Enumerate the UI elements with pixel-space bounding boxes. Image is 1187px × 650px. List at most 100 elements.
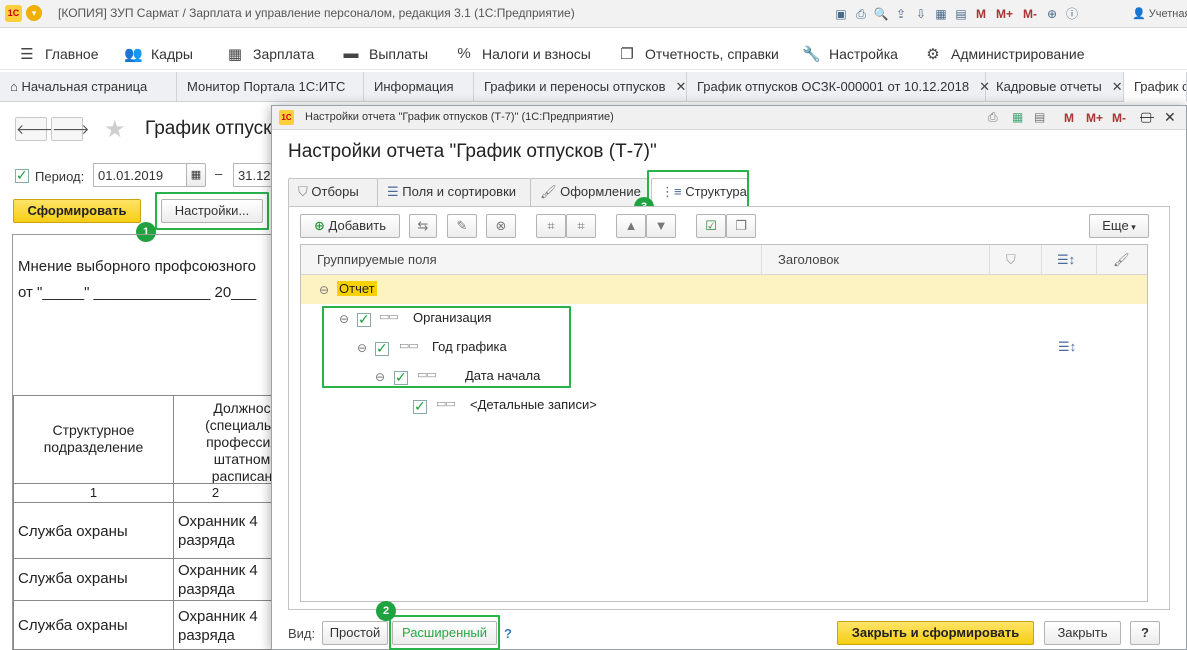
dialog-heading: Настройки отчета "График отпусков (Т-7)" [288, 141, 657, 162]
close-button[interactable]: Закрыть [1044, 621, 1121, 645]
delete-circle-icon: ⊗ [495, 218, 507, 233]
tab-filters[interactable]: ⛉ Отборы [288, 178, 378, 206]
collapse-icon[interactable]: ⊖ [319, 283, 329, 297]
tab-home[interactable]: ⌂ Начальная страница [0, 72, 177, 102]
more-button[interactable]: Еще ▾ [1089, 214, 1149, 238]
menu-item-main[interactable]: ☰ Главное [18, 45, 98, 63]
group-down-button[interactable]: ⌗ [566, 214, 596, 238]
doc-union-opinion: Мнение выборного профсоюзного [18, 258, 256, 275]
tab-info[interactable]: Информация [364, 72, 474, 102]
zoom-icon[interactable]: ⊕ [1043, 5, 1061, 23]
user-name[interactable]: 👤 Учетная [1132, 7, 1187, 20]
doc-date-line: от "_____" ______________ 20___ [18, 284, 257, 301]
tab-label: Графики и переносы отпусков [484, 79, 666, 94]
arrow-left-icon: 🡐 [16, 121, 54, 137]
tab-appearance[interactable]: 🖌 Оформление [530, 178, 648, 206]
row-label: Отчет [337, 281, 377, 296]
filter-icon[interactable]: ⛉ [1006, 252, 1016, 268]
close-icon[interactable]: ✕ [1112, 79, 1123, 94]
menu-item-reports[interactable]: ❐ Отчетность, справки [618, 45, 779, 63]
memory-mminus-button[interactable]: M- [1112, 111, 1126, 125]
close-and-generate-button[interactable]: Закрыть и сформировать [837, 621, 1034, 645]
help-link[interactable]: ? [504, 626, 512, 641]
app-title: [КОПИЯ] ЗУП Сармат / Зарплата и управлен… [58, 6, 575, 20]
move-up-button[interactable]: ▲ [616, 214, 646, 238]
generate-button[interactable]: Сформировать [13, 199, 141, 223]
delete-button[interactable]: ⊗ [486, 214, 516, 238]
period-from-input[interactable]: 01.01.2019 [93, 163, 187, 187]
period-to-input[interactable]: 31.12 [233, 163, 273, 187]
tab-hr-reports[interactable]: Кадровые отчеты ✕ [986, 72, 1124, 102]
check-all-button[interactable]: ☑ [696, 214, 726, 238]
check-all-icon: ☑ [705, 218, 717, 233]
brush-icon[interactable]: 🖌 [1113, 252, 1130, 268]
row-checkbox[interactable] [413, 398, 427, 415]
tab-fields-sorting[interactable]: ☰ Поля и сортировки [377, 178, 531, 206]
brush-icon: 🖌 [540, 184, 561, 199]
sort-icon[interactable]: ☰↕ [1057, 252, 1075, 268]
memory-m-button[interactable]: M [1064, 111, 1074, 125]
menu-item-settings[interactable]: 🔧 Настройка [802, 45, 898, 63]
calendar-icon[interactable]: ▤ [1034, 110, 1045, 124]
favorite-star-icon[interactable]: ★ [104, 115, 126, 144]
memory-mplus-button[interactable]: M+ [1086, 111, 1103, 125]
download-icon[interactable]: ⇩ [912, 5, 930, 23]
structure-row-detail-records[interactable]: ▭▭ <Детальные записи> [301, 391, 1147, 420]
calendar-icon[interactable]: ▤ [952, 5, 970, 23]
forward-button[interactable]: 🡒 [51, 117, 90, 141]
menu-item-admin[interactable]: ⚙ Администрирование [924, 45, 1084, 63]
calculator-icon[interactable]: ▦ [1012, 110, 1023, 124]
table-header-department: Структурное подразделение [13, 395, 174, 484]
sort-icon[interactable]: ☰↕ [1058, 339, 1076, 355]
save-icon[interactable]: ▣ [832, 5, 850, 23]
tab-vacation-schedules[interactable]: Графики и переносы отпусков ✕ [474, 72, 687, 102]
table-cell-position: Охранник 4 разряда [178, 562, 258, 598]
upload-icon[interactable]: ⇪ [892, 5, 910, 23]
close-icon[interactable]: ✕ [1164, 109, 1176, 126]
main-menu-dropdown-icon[interactable]: ▾ [26, 5, 42, 21]
calendar-picker-button[interactable]: ▦ [186, 163, 206, 187]
print-icon[interactable]: ⎙ [988, 110, 998, 125]
add-button[interactable]: ⊕ Добавить [300, 214, 400, 238]
info-icon[interactable]: ⓘ [1063, 5, 1081, 23]
checkbox-checked-icon [413, 398, 427, 415]
calculator-icon[interactable]: ▦ [932, 5, 950, 23]
group-up-button[interactable]: ⌗ [536, 214, 566, 238]
tab-vacation-report[interactable]: График о [1124, 72, 1187, 102]
structure-row-report[interactable]: ⊖ Отчет [301, 275, 1147, 304]
sort-icon: ☰ [387, 184, 403, 199]
memory-mplus-button[interactable]: M+ [996, 7, 1013, 21]
help-button[interactable]: ? [1130, 621, 1160, 645]
close-icon[interactable]: ✕ [676, 79, 687, 94]
percent-icon: % [457, 45, 471, 62]
period-checkbox[interactable] [15, 167, 29, 184]
move-down-button[interactable]: ▼ [646, 214, 676, 238]
menu-item-label: Настройка [829, 46, 898, 62]
edit-button[interactable]: ✎ [447, 214, 477, 238]
menu-item-label: Выплаты [369, 45, 429, 62]
print-icon[interactable]: ⎙ [852, 5, 870, 23]
view-simple-button[interactable]: Простой [322, 621, 388, 645]
move-to-group-button[interactable]: ⇆ [409, 214, 437, 238]
maximize-icon[interactable]: ▢ [1140, 109, 1152, 125]
documents-icon: ❐ [620, 46, 634, 63]
user-icon: 👤 [1132, 8, 1149, 20]
tab-label: График о [1134, 79, 1187, 94]
back-button[interactable]: 🡐 [15, 117, 54, 141]
uncheck-all-button[interactable]: ❐ [726, 214, 756, 238]
menu-item-payments[interactable]: ▬ Выплаты [342, 45, 429, 62]
tab-its-monitor[interactable]: Монитор Портала 1С:ИТС [177, 72, 364, 102]
column-header-title[interactable]: Заголовок [778, 252, 839, 267]
move-group-icon: ⇆ [417, 218, 429, 233]
menu-item-salary[interactable]: ▦ Зарплата [226, 45, 314, 63]
menu-item-taxes[interactable]: % Налоги и взносы [455, 45, 591, 62]
memory-m-button[interactable]: M [976, 7, 986, 21]
filter-icon: ⛉ [298, 184, 312, 199]
menu-item-hr[interactable]: 👥 Кадры [124, 45, 193, 63]
menu-item-label: Налоги и взносы [482, 45, 591, 62]
preview-icon[interactable]: 🔍 [872, 5, 890, 23]
column-header-grouped-fields[interactable]: Группируемые поля [317, 252, 437, 267]
tab-vacation-schedule-doc[interactable]: График отпусков ОСЗК-000001 от 10.12.201… [687, 72, 990, 102]
memory-mminus-button[interactable]: M- [1023, 7, 1037, 21]
wallet-icon: ▬ [343, 45, 359, 62]
